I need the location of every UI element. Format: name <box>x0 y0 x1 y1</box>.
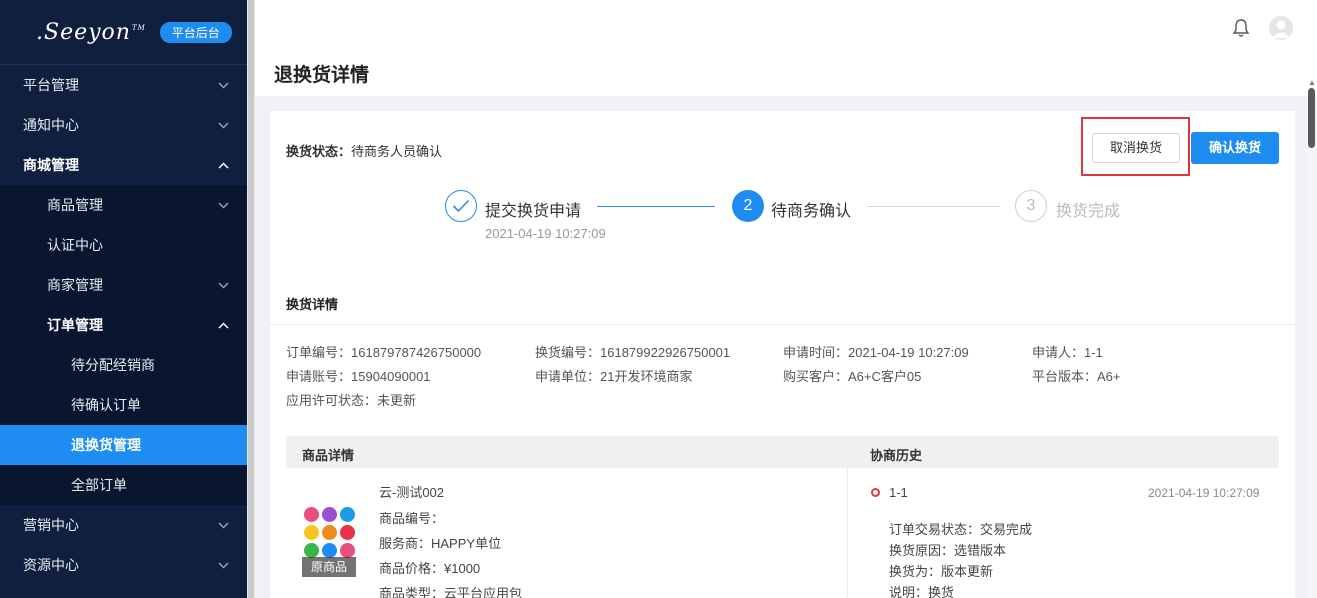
chevron-down-icon <box>218 121 229 129</box>
order-number: 订单编号：161879787426750000 <box>286 345 482 360</box>
step-3-label: 换货完成 <box>1056 203 1121 220</box>
history-actor: 1-1 <box>889 485 908 500</box>
step-connector <box>867 206 1000 207</box>
step-3-number: 3 <box>1015 190 1047 222</box>
page-title: 退换货详情 <box>274 65 370 86</box>
confirm-exchange-button[interactable]: 确认换货 <box>1191 132 1279 164</box>
seeyon-logo: .SeeyonTM <box>36 19 146 45</box>
chevron-down-icon <box>218 281 229 289</box>
chevron-down-icon <box>218 521 229 529</box>
applicant: 申请人：1-1 <box>1032 345 1103 360</box>
step-1-label: 提交换货申请 <box>485 203 582 220</box>
history-line: 订单交易状态：交易完成 <box>889 522 1033 537</box>
sidebar-item-notice[interactable]: 通知中心 <box>0 105 247 145</box>
chevron-up-icon <box>218 321 229 329</box>
sidebar-item-mall[interactable]: 商城管理 <box>0 145 247 185</box>
step-connector <box>597 206 715 207</box>
history-line: 说明：换货 <box>889 585 955 598</box>
sidebar-item-orders[interactable]: 订单管理 <box>0 305 247 345</box>
sidebar-scrollbar-thumb[interactable] <box>248 0 254 598</box>
history-time: 2021-04-19 10:27:09 <box>1148 486 1260 500</box>
chevron-up-icon <box>218 161 229 169</box>
buyer-customer: 购买客户：A6+C客户05 <box>783 369 922 384</box>
main-scrollbar-thumb[interactable] <box>1308 88 1315 148</box>
step-2-label: 待商务确认 <box>771 203 852 220</box>
section-title-exchange-detail: 换货详情 <box>286 297 339 312</box>
sidebar-item-platform[interactable]: 平台管理 <box>0 65 247 105</box>
step-1-check-icon <box>445 190 477 222</box>
chevron-down-icon <box>218 561 229 569</box>
main-scrollbar[interactable] <box>1306 96 1317 598</box>
chevron-down-icon <box>218 81 229 89</box>
product-name: 云-测试002 <box>379 485 445 500</box>
exchange-detail-panel: 换货状态：待商务人员确认 取消换货 确认换货 提交换货申请 2021-04-19… <box>270 111 1295 598</box>
exchange-number: 换货编号：161879922926750001 <box>535 345 731 360</box>
sidebar-item-pending-confirm[interactable]: 待确认订单 <box>0 385 247 425</box>
column-divider <box>847 468 848 598</box>
logo-area: .SeeyonTM 平台后台 <box>0 0 247 65</box>
apply-account: 申请账号：15904090001 <box>286 369 431 384</box>
product-price: 商品价格：¥1000 <box>379 561 481 576</box>
product-code: 商品编号： <box>379 511 445 526</box>
apply-unit: 申请单位：21开发环境商家 <box>535 369 693 384</box>
license-status: 应用许可状态：未更新 <box>286 393 417 408</box>
history-line: 换货为：版本更新 <box>889 564 994 579</box>
step-2-number: 2 <box>732 190 764 222</box>
scroll-up-arrow-icon[interactable]: ▲ <box>1308 78 1316 87</box>
sidebar: .SeeyonTM 平台后台 平台管理 通知中心 商城管理 商品管理 认证中心 … <box>0 0 247 598</box>
product-type: 商品类型：云平台应用包 <box>379 586 523 598</box>
sidebar-item-goods[interactable]: 商品管理 <box>0 185 247 225</box>
product-detail-header: 商品详情 <box>302 448 355 463</box>
table-header: 商品详情 协商历史 <box>286 436 1279 468</box>
step-1-time: 2021-04-19 10:27:09 <box>485 226 606 241</box>
sidebar-item-all-orders[interactable]: 全部订单 <box>0 465 247 505</box>
chevron-down-icon <box>218 201 229 209</box>
exchange-status: 换货状态：待商务人员确认 <box>286 144 443 159</box>
original-product-tag: 原商品 <box>302 557 356 577</box>
bell-icon[interactable] <box>1232 18 1250 38</box>
platform-badge: 平台后台 <box>159 21 232 43</box>
platform-version: 平台版本：A6+ <box>1032 369 1121 384</box>
sidebar-item-returns[interactable]: 退换货管理 <box>0 425 247 465</box>
divider <box>270 324 1295 325</box>
cancel-exchange-button[interactable]: 取消换货 <box>1092 133 1180 163</box>
sidebar-item-marketing[interactable]: 营销中心 <box>0 505 247 545</box>
apply-time: 申请时间：2021-04-19 10:27:09 <box>783 345 969 360</box>
sidebar-item-resources[interactable]: 资源中心 <box>0 545 247 585</box>
user-avatar-icon[interactable] <box>1269 16 1293 40</box>
history-dot-icon <box>871 488 880 497</box>
product-provider: 服务商：HAPPY单位 <box>379 536 502 551</box>
sidebar-item-certification[interactable]: 认证中心 <box>0 225 247 265</box>
negotiation-history-header: 协商历史 <box>870 448 923 463</box>
sidebar-item-merchants[interactable]: 商家管理 <box>0 265 247 305</box>
top-bar <box>255 0 1317 96</box>
sidebar-item-pending-dealer[interactable]: 待分配经销商 <box>0 345 247 385</box>
history-line: 换货原因：选错版本 <box>889 543 1007 558</box>
